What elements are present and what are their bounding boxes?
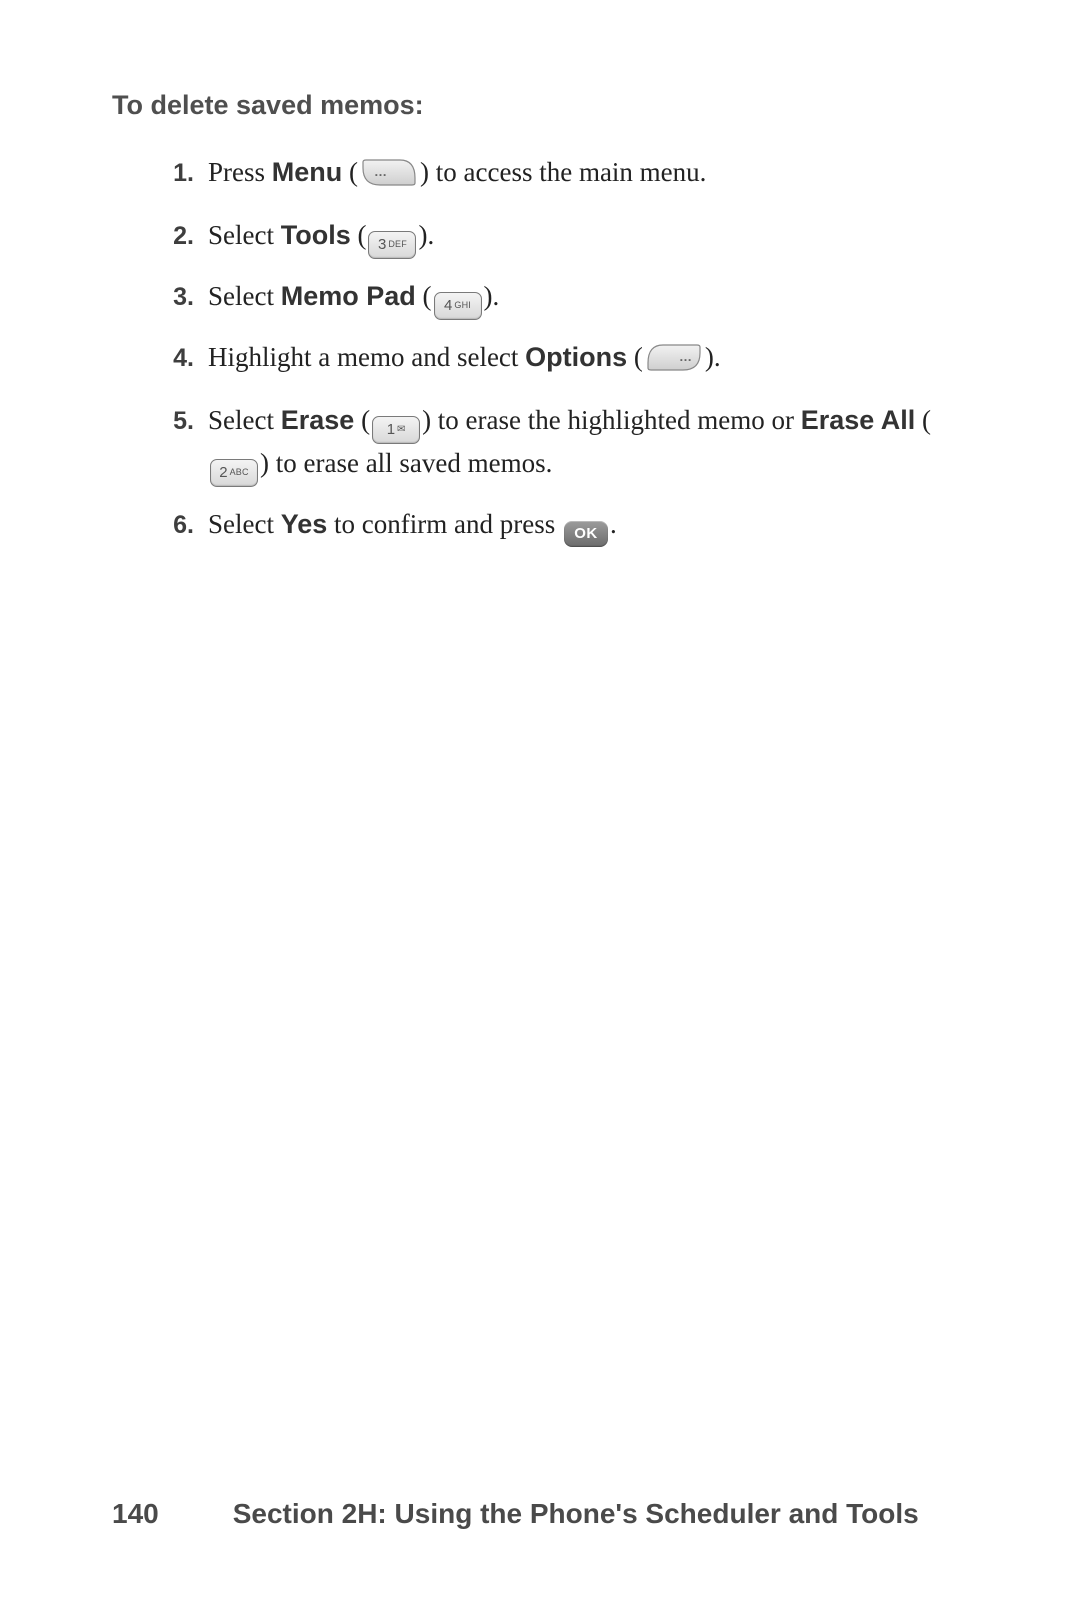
- text: ) to access the main menu.: [420, 157, 706, 187]
- envelope-icon: ✉: [397, 423, 405, 438]
- page-number: 140: [112, 1498, 159, 1530]
- text: Select: [208, 220, 281, 250]
- step-number: 3.: [152, 277, 194, 315]
- step-text: Select Erase (1✉) to erase the highlight…: [208, 401, 980, 487]
- instruction-list: 1. Press Menu ( … ) to access the main men…: [152, 153, 980, 547]
- erase-label: Erase: [281, 405, 355, 435]
- step-3: 3. Select Memo Pad (4GHI).: [152, 277, 980, 320]
- key-letters: GHI: [454, 299, 471, 312]
- step-text: Select Memo Pad (4GHI).: [208, 277, 980, 320]
- text: Highlight a memo and select: [208, 342, 525, 372]
- left-softkey-icon: …: [360, 158, 418, 198]
- section-title: Section 2H: Using the Phone's Scheduler …: [233, 1498, 919, 1530]
- text: .: [610, 509, 617, 539]
- step-number: 4.: [152, 338, 194, 376]
- key-letters: DEF: [388, 238, 407, 251]
- options-label: Options: [525, 342, 627, 372]
- section-heading: To delete saved memos:: [112, 90, 980, 121]
- step-4: 4. Highlight a memo and select Options (…: [152, 338, 980, 383]
- page-footer: 140 Section 2H: Using the Phone's Schedu…: [112, 1498, 980, 1530]
- text: (: [354, 405, 370, 435]
- key-4-icon: 4GHI: [434, 292, 482, 320]
- text: Select: [208, 405, 281, 435]
- text: (: [416, 281, 432, 311]
- key-digit: 1: [387, 419, 395, 441]
- step-number: 1.: [152, 153, 194, 191]
- text: (: [342, 157, 358, 187]
- ok-key-icon: OK: [564, 521, 608, 547]
- text: ) to erase all saved memos.: [260, 448, 552, 478]
- key-2-icon: 2ABC: [210, 459, 258, 487]
- step-2: 2. Select Tools (3DEF).: [152, 216, 980, 259]
- step-text: Press Menu ( … ) to access the main menu.: [208, 153, 980, 198]
- step-text: Highlight a memo and select Options ( …).: [208, 338, 980, 383]
- yes-label: Yes: [281, 509, 328, 539]
- text: Press: [208, 157, 272, 187]
- text: ).: [705, 342, 721, 372]
- step-number: 6.: [152, 505, 194, 543]
- text: Select: [208, 281, 281, 311]
- text: (: [627, 342, 643, 372]
- text: (: [915, 405, 931, 435]
- memopad-label: Memo Pad: [281, 281, 416, 311]
- step-1: 1. Press Menu ( … ) to access the main men…: [152, 153, 980, 198]
- key-3-icon: 3DEF: [368, 231, 416, 259]
- svg-text:…: …: [679, 349, 692, 364]
- key-1-icon: 1✉: [372, 416, 420, 444]
- step-number: 5.: [152, 401, 194, 439]
- svg-text:…: …: [374, 164, 387, 179]
- step-number: 2.: [152, 216, 194, 254]
- text: ).: [484, 281, 500, 311]
- tools-label: Tools: [281, 220, 351, 250]
- text: to confirm and press: [327, 509, 562, 539]
- erase-all-label: Erase All: [801, 405, 916, 435]
- key-digit: 4: [444, 295, 452, 317]
- manual-page: To delete saved memos: 1. Press Menu ( …)…: [0, 0, 1080, 1620]
- text: ).: [418, 220, 434, 250]
- text: ) to erase the highlighted memo or: [422, 405, 801, 435]
- text: Select: [208, 509, 281, 539]
- step-text: Select Tools (3DEF).: [208, 216, 980, 259]
- text: (: [351, 220, 367, 250]
- key-digit: 2: [219, 462, 227, 484]
- step-text: Select Yes to confirm and press OK.: [208, 505, 980, 547]
- key-digit: 3: [378, 234, 386, 256]
- right-softkey-icon: …: [645, 343, 703, 383]
- step-6: 6. Select Yes to confirm and press OK.: [152, 505, 980, 547]
- step-5: 5. Select Erase (1✉) to erase the highli…: [152, 401, 980, 487]
- key-letters: ABC: [230, 466, 249, 479]
- menu-label: Menu: [272, 157, 343, 187]
